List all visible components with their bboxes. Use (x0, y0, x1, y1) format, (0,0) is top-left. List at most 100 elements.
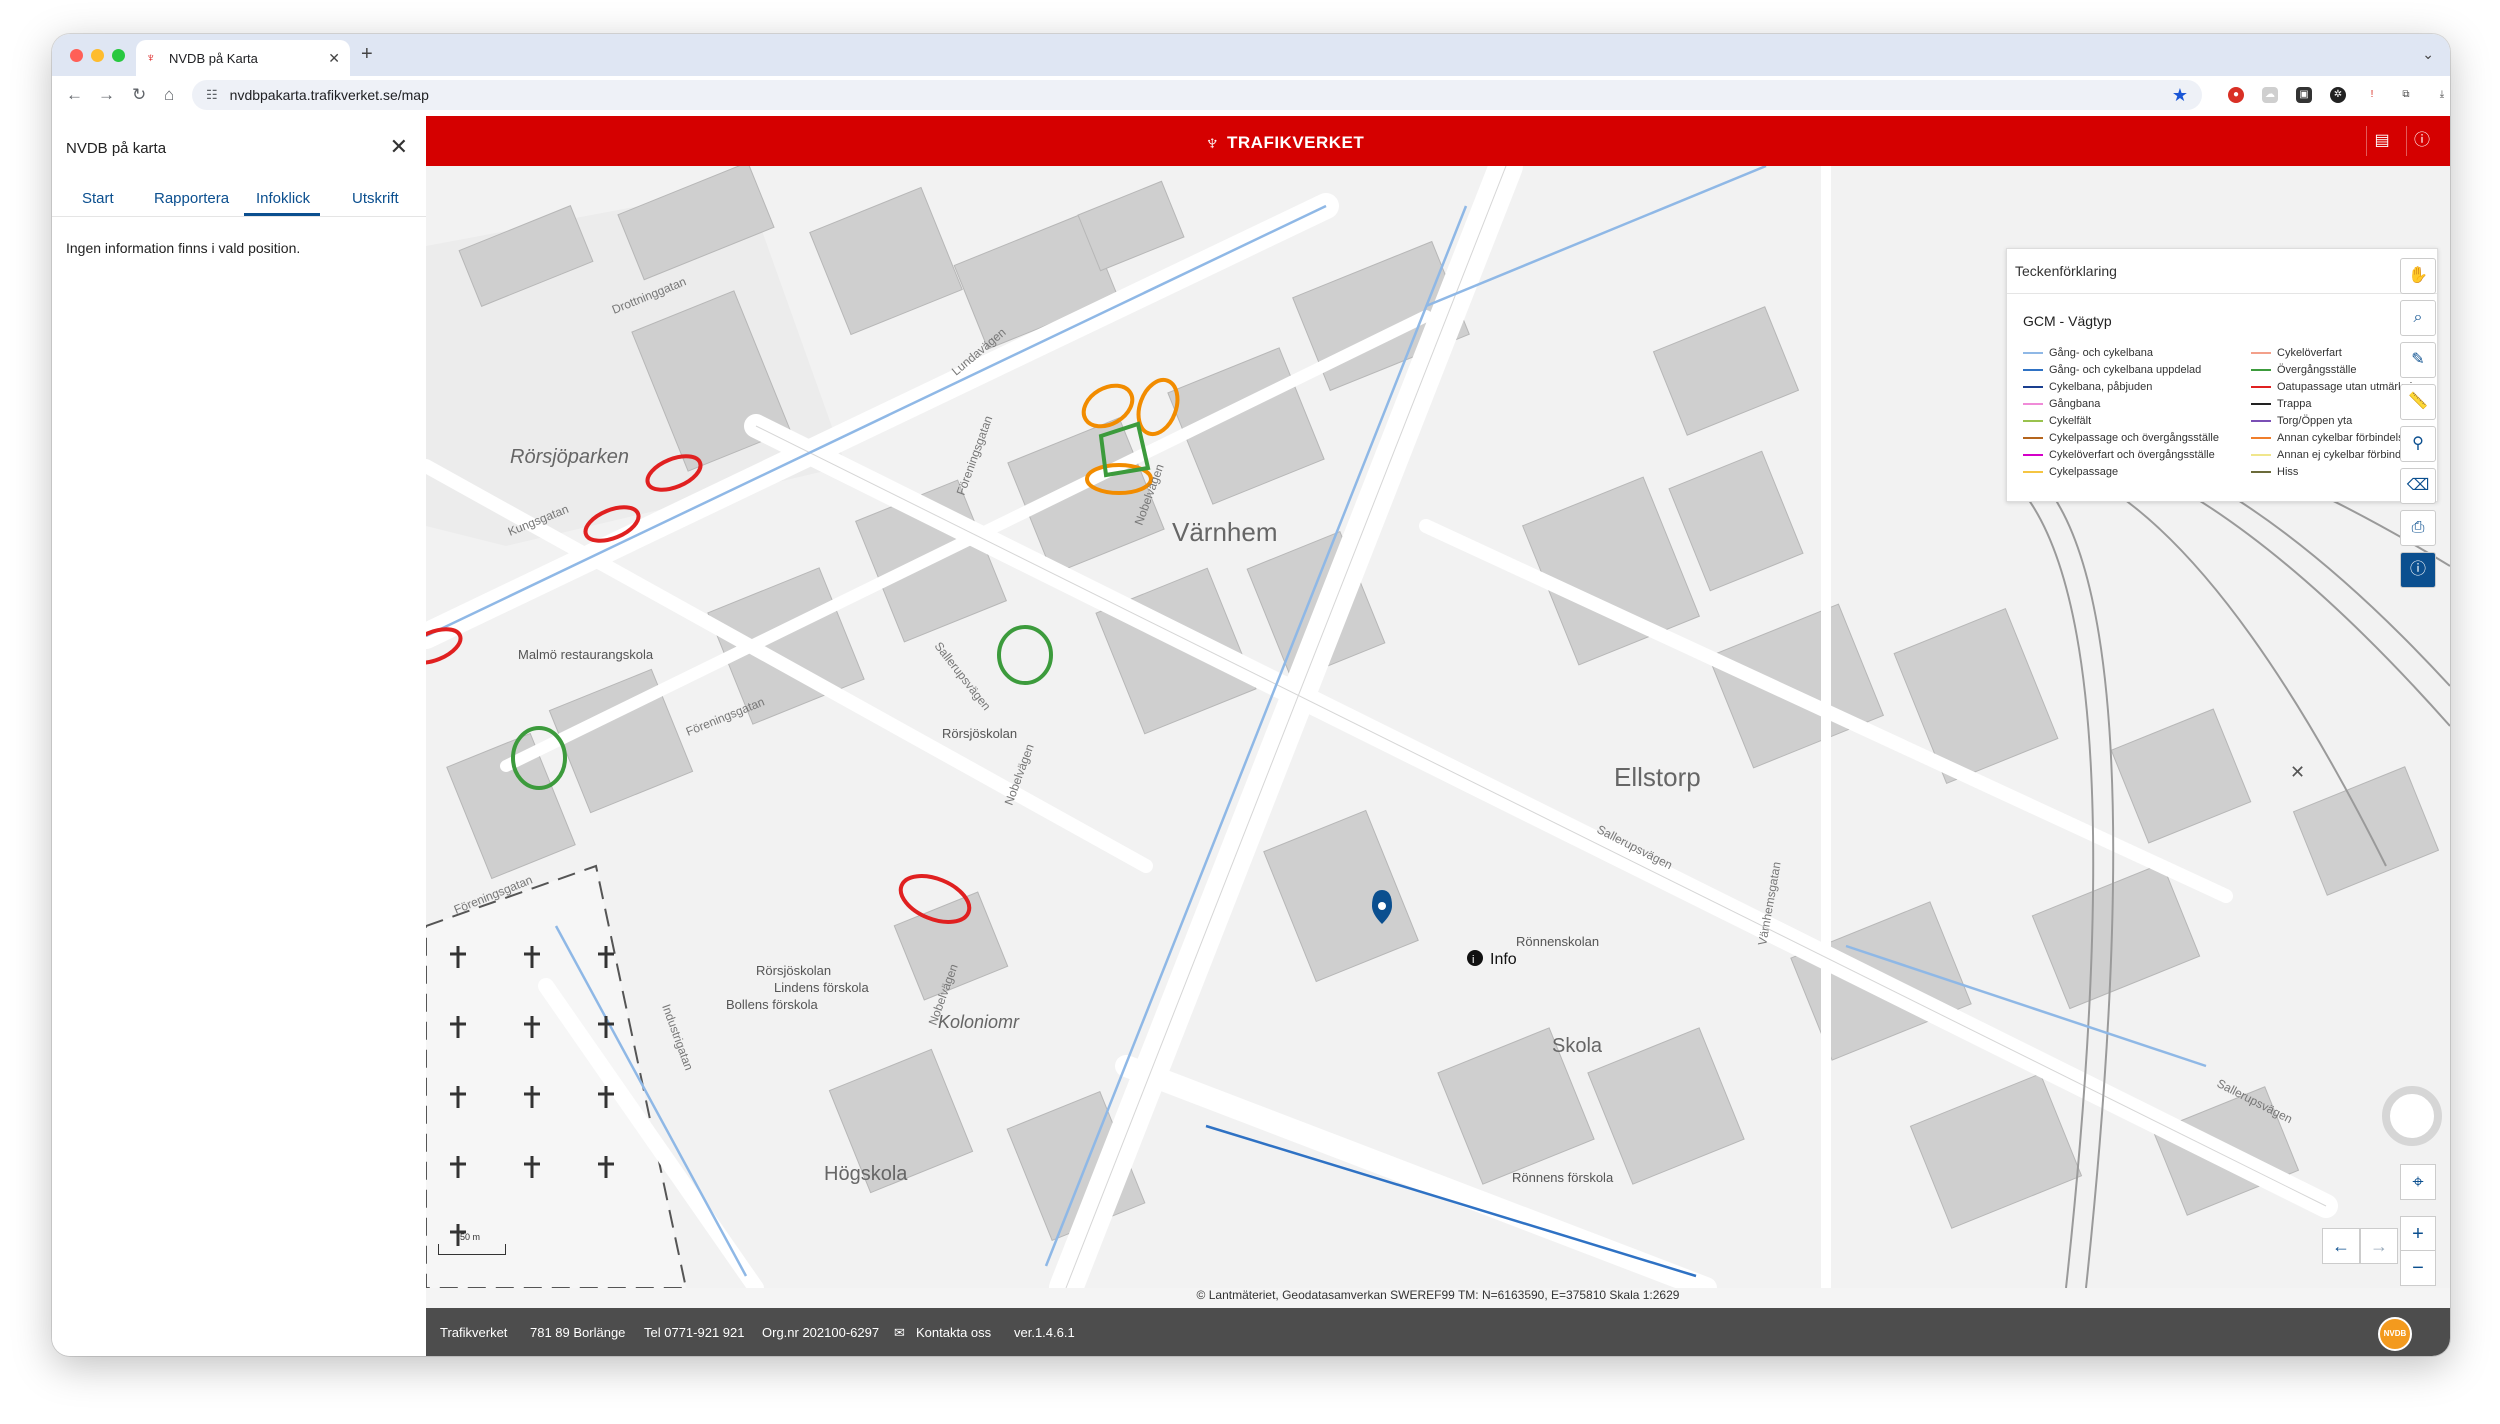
legend-item: Cykelfält (2023, 415, 2091, 427)
minimize-window-button[interactable] (91, 49, 104, 62)
legend-label: Annan cykelbar förbindelse (2277, 432, 2410, 444)
legend-label: Cykelfält (2049, 415, 2092, 427)
active-tab-indicator (244, 213, 320, 216)
browser-window: ♆ NVDB på Karta ✕ + ⌄ ← → ↻ ⌂ ☷ nvdbpaka… (52, 34, 2450, 1356)
reload-icon[interactable]: ↻ (132, 85, 146, 105)
legend-item: Torg/Öppen yta (2251, 415, 2352, 427)
legend-item: Övergångsställe (2251, 364, 2357, 376)
print-icon[interactable]: ⎙ (2400, 510, 2436, 546)
address-bar-url[interactable]: nvdbpakarta.trafikverket.se/map (230, 87, 2172, 103)
new-tab-icon[interactable]: + (361, 43, 373, 66)
legend-label: Övergångsställe (2277, 364, 2357, 376)
legend-swatch (2023, 437, 2043, 439)
alert-extension-icon[interactable]: ! (2364, 87, 2380, 103)
legend-item: Gång- och cykelbana (2023, 347, 2153, 359)
site-info-icon[interactable]: ☷ (206, 87, 218, 103)
home-icon[interactable]: ⌂ (164, 85, 174, 105)
trafikverket-favicon-icon: ♆ (146, 50, 156, 65)
measure-ruler-icon[interactable]: 📏 (2400, 384, 2436, 420)
adblock-extension-icon[interactable]: ● (2228, 87, 2244, 103)
browser-tab[interactable]: ♆ NVDB på Karta ✕ (136, 40, 350, 76)
tab-strip: ♆ NVDB på Karta ✕ + ⌄ (52, 34, 2450, 76)
label-bollens-forskola: Bollens förskola (726, 997, 819, 1012)
side-panel-title: NVDB på karta (66, 140, 167, 157)
address-bar[interactable]: ☷ nvdbpakarta.trafikverket.se/map ★ (192, 80, 2202, 110)
tab-rapportera[interactable]: Rapportera (154, 190, 229, 207)
pan-hand-icon[interactable]: ✋ (2400, 258, 2436, 294)
trafikverket-logo: ♆ TRAFIKVERKET (1204, 130, 1364, 156)
legend-swatch (2023, 386, 2043, 388)
bookmark-star-icon[interactable]: ★ (2172, 85, 2188, 106)
label-ellstorp: Ellstorp (1614, 762, 1701, 792)
previous-view-icon[interactable]: ← (2322, 1228, 2360, 1264)
maximize-window-button[interactable] (112, 49, 125, 62)
back-icon[interactable]: ← (66, 85, 83, 105)
label-rorsjoskolan-2: Rörsjöskolan (756, 963, 831, 978)
footer-org: Trafikverket (440, 1325, 508, 1340)
tab-search-icon[interactable]: ⌄ (2422, 46, 2434, 63)
footer-version: ver.1.4.6.1 (1014, 1325, 1075, 1340)
legend-item: Hiss (2251, 466, 2298, 478)
legend-swatch (2023, 369, 2043, 371)
legend-swatch (2251, 369, 2271, 371)
legend-swatch (2023, 471, 2043, 473)
my-location-icon[interactable]: ⌖ (2400, 1164, 2436, 1200)
extensions-puzzle-icon[interactable]: ⧉ (2398, 87, 2414, 103)
contact-link[interactable]: Kontakta oss (916, 1325, 991, 1340)
tab-infoklick[interactable]: Infoklick (256, 190, 310, 207)
cloud-extension-icon[interactable]: ☁ (2262, 87, 2278, 103)
info-marker-label: Info (1490, 951, 1517, 968)
label-hogskola: Högskola (824, 1163, 908, 1185)
legend-label: Cykelbana, påbjuden (2049, 381, 2153, 393)
location-pin-tool-icon[interactable]: ⚲ (2400, 426, 2436, 462)
tab-utskrift[interactable]: Utskrift (352, 190, 399, 207)
legend-title: Teckenförklaring (2015, 263, 2117, 279)
close-window-button[interactable] (70, 49, 83, 62)
legend-swatch (2251, 403, 2271, 405)
about-info-icon[interactable]: ⓘ (2406, 126, 2437, 156)
legend-swatch (2251, 437, 2271, 439)
side-panel: NVDB på karta ✕ Start Rapportera Infokli… (52, 116, 427, 1356)
close-panel-icon[interactable]: ✕ (390, 134, 408, 160)
scale-label: 50 m (460, 1232, 481, 1242)
openai-extension-icon[interactable]: ✲ (2330, 87, 2346, 103)
legend-label: Cykelöverfart (2277, 347, 2342, 359)
legend-divider (2007, 293, 2437, 294)
crosshair-icon: ✕ (2290, 762, 2305, 783)
footer-address: 781 89 Borlänge (530, 1325, 626, 1340)
legend-label: Gång- och cykelbana (2049, 347, 2153, 359)
side-panel-tabs: Start Rapportera Infoklick Utskrift (52, 182, 426, 217)
save-extension-icon[interactable]: ▣ (2296, 87, 2312, 103)
next-view-icon[interactable]: → (2360, 1228, 2398, 1264)
footer-orgnr: Org.nr 202100-6297 (762, 1325, 880, 1340)
label-skola: Skola (1552, 1035, 1603, 1057)
legend-label: Torg/Öppen yta (2277, 415, 2353, 427)
forward-icon[interactable]: → (98, 85, 115, 105)
legend-item: Cykelbana, påbjuden (2023, 381, 2152, 393)
label-ronnenskolan: Rönnenskolan (1516, 934, 1599, 949)
zoom-in-magnifier-icon[interactable]: ⌕ (2400, 300, 2436, 336)
zoom-out-button[interactable]: − (2400, 1250, 2436, 1286)
eraser-icon[interactable]: ⌫ (2400, 468, 2436, 504)
legend-item: Annan ej cykelbar förbindelse (2251, 449, 2421, 461)
folder-icon[interactable]: ▤ (2366, 126, 2397, 156)
legend-item: Cykelpassage (2023, 466, 2118, 478)
info-marker-glyph: i (1472, 954, 1474, 966)
zoom-in-button[interactable]: + (2400, 1216, 2436, 1251)
header-bar: ♆ TRAFIKVERKET ▤ ⓘ (426, 116, 2450, 166)
close-tab-icon[interactable]: ✕ (328, 50, 340, 67)
legend-label: Cykelpassage och övergångsställe (2049, 432, 2219, 444)
downloads-icon[interactable]: ⤓ (2434, 87, 2450, 103)
tab-start[interactable]: Start (82, 190, 114, 207)
legend-label: Gångbana (2049, 398, 2101, 410)
draw-pen-icon[interactable]: ✎ (2400, 342, 2436, 378)
legend-item: Gångbana (2023, 398, 2100, 410)
map-attribution: © Lantmäteriet, Geodatasamverkan SWEREF9… (1196, 1288, 1680, 1302)
legend-swatch (2251, 386, 2271, 388)
legend-item: Cykelöverfart och övergångsställe (2023, 449, 2215, 461)
info-marker[interactable]: i Info (1467, 950, 1517, 968)
info-tool-icon[interactable]: ⓘ (2400, 552, 2436, 588)
nvdb-logo: NVDB (2378, 1317, 2412, 1351)
footer-bar: Trafikverket 781 89 Borlänge Tel 0771-92… (426, 1308, 2450, 1356)
legend-swatch (2023, 454, 2043, 456)
